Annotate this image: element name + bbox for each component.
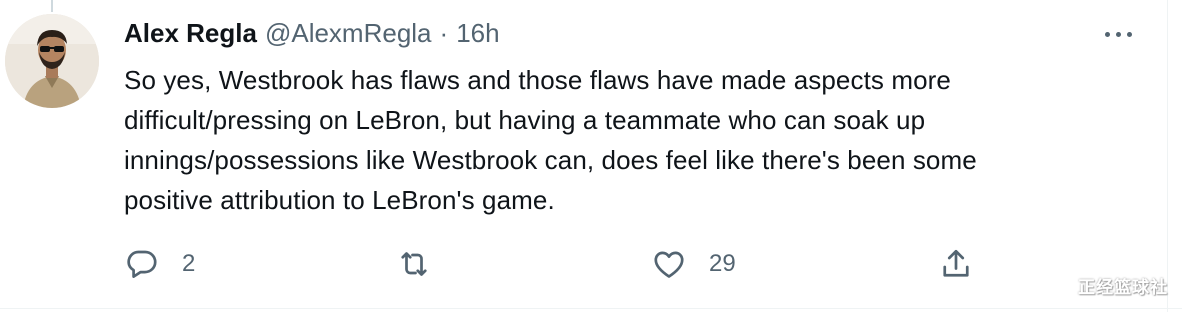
tweet-text-line: positive attribution to LeBron's game. <box>124 185 555 215</box>
share-upload-icon <box>943 249 969 277</box>
reply-bubble-icon <box>127 250 157 278</box>
tweet-text-line: innings/possessions like Westbrook can, … <box>124 145 977 175</box>
tweet-header: Alex Regla @AlexmRegla · 16h <box>124 18 500 54</box>
retweet-icon <box>401 252 427 276</box>
more-horizontal-icon <box>1115 31 1121 37</box>
tweet-timestamp[interactable]: 16h <box>456 18 499 49</box>
reply-count: 2 <box>182 250 196 277</box>
tweet-text-line: difficult/pressing on LeBron, but having… <box>124 105 926 135</box>
tweet-divider <box>0 308 1182 309</box>
thread-connector-line <box>51 0 53 12</box>
reply-button[interactable]: 2 <box>124 244 195 284</box>
tweet[interactable]: Alex Regla @AlexmRegla · 16h So yes, Wes… <box>0 0 1182 312</box>
tweet-actions-bar: 2 29 <box>124 244 984 284</box>
share-button[interactable] <box>938 244 974 284</box>
author-display-name[interactable]: Alex Regla <box>124 18 257 49</box>
more-options-button[interactable] <box>1098 24 1138 44</box>
author-handle[interactable]: @AlexmRegla <box>265 18 432 49</box>
avatar-image <box>5 14 99 108</box>
more-horizontal-icon <box>1126 31 1132 37</box>
like-button[interactable]: 29 <box>651 244 736 284</box>
tweet-text-line: So yes, Westbrook has flaws and those fl… <box>124 65 951 95</box>
retweet-button[interactable] <box>394 244 456 284</box>
avatar[interactable] <box>5 14 99 108</box>
heart-icon <box>654 251 684 278</box>
column-divider <box>1167 0 1168 312</box>
like-count: 29 <box>709 250 736 277</box>
header-separator: · <box>439 18 449 48</box>
watermark: 正经篮球社 <box>1078 278 1168 297</box>
more-horizontal-icon <box>1104 31 1110 37</box>
tweet-text: So yes, Westbrook has flaws and those fl… <box>124 60 1124 220</box>
